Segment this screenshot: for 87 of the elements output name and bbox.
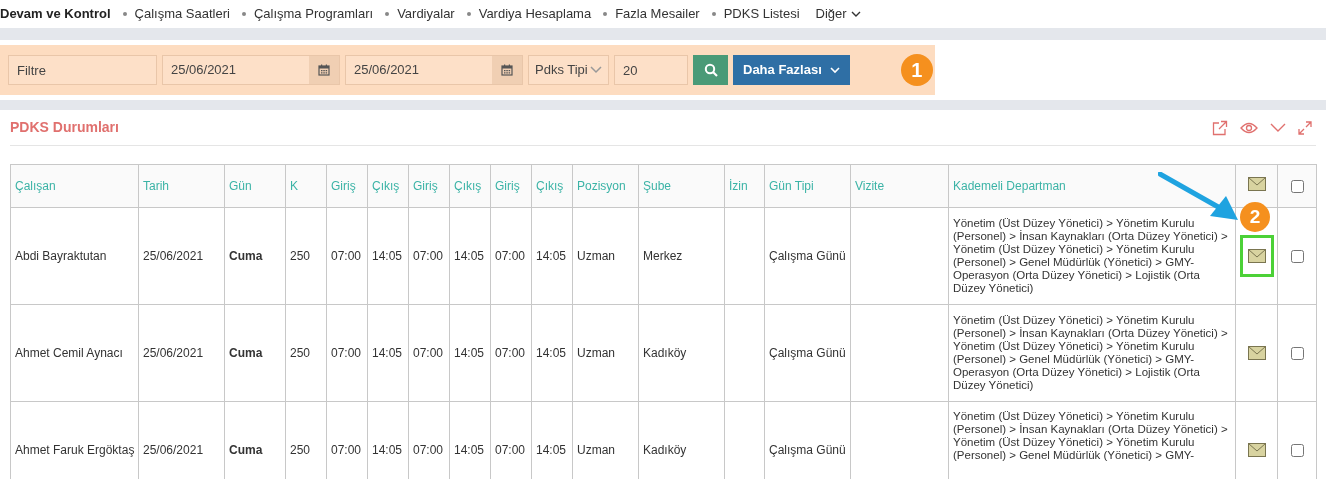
table-cell: Uzman xyxy=(572,304,639,402)
column-header: Tarih xyxy=(138,164,225,208)
column-header: K xyxy=(285,164,327,208)
table-cell: 14:05 xyxy=(449,207,491,305)
filter-field[interactable]: Filtre xyxy=(8,55,157,85)
nav-link[interactable]: PDKS Listesi xyxy=(723,4,800,24)
column-header: Giriş xyxy=(490,164,532,208)
nav-link[interactable]: Devam ve Kontrol xyxy=(0,4,111,24)
table-cell: 07:00 xyxy=(490,207,532,305)
table-cell: 25/06/2021 xyxy=(138,207,225,305)
chevron-down-icon xyxy=(850,10,861,18)
bullet-icon xyxy=(385,12,390,16)
column-header: Vizite xyxy=(850,164,949,208)
table-cell: Çalışma Günü xyxy=(764,207,851,305)
column-header: İzin xyxy=(724,164,765,208)
table-cell: Yönetim (Üst Düzey Yönetici) > Yönetim Kurulu (Personel) > İnsan Kaynakları (Orta Düzey Yönetici) > Yönetim (Üst Düzey Yönetici) > Yönetim Kurulu (Personel) > Genel Müdürlük (Yönetici) > GMY-Operasyon (Orta Düzey Yönetici) > Lojistik (Orta Düzey Yönetici) xyxy=(948,304,1236,402)
count-field[interactable]: 20 xyxy=(614,55,688,85)
table-cell: 14:05 xyxy=(449,304,491,402)
bullet-icon xyxy=(603,12,608,16)
panel-title: PDKS Durumları xyxy=(10,118,119,137)
table-cell: 250 xyxy=(285,207,327,305)
more-filters-button[interactable]: Daha Fazlası xyxy=(733,55,850,85)
table-cell: Cuma xyxy=(224,304,286,402)
column-header: Gün Tipi xyxy=(764,164,851,208)
column-header: Çalışan xyxy=(10,164,139,208)
highlight-frame[interactable] xyxy=(1240,235,1274,277)
nav-link[interactable]: Çalışma Programları xyxy=(253,4,374,24)
search-icon xyxy=(703,63,718,77)
row-checkbox[interactable] xyxy=(1290,444,1304,458)
column-header: Çıkış xyxy=(449,164,491,208)
calendar-icon xyxy=(318,64,330,76)
table-cell: 14:05 xyxy=(367,304,409,402)
column-header: Çıkış xyxy=(367,164,409,208)
table-cell: Abdi Bayraktutan xyxy=(10,207,139,305)
chevron-down-icon[interactable] xyxy=(1270,122,1286,133)
eye-icon[interactable] xyxy=(1240,121,1258,134)
share-icon[interactable] xyxy=(1212,119,1228,136)
column-header: Pozisyon xyxy=(572,164,639,208)
bullet-icon xyxy=(122,12,127,16)
calendar-icon xyxy=(501,64,513,76)
table-cell: Ahmet Faruk Ergöktaş xyxy=(10,401,139,479)
bullet-icon xyxy=(711,12,716,16)
step-badge: 1 xyxy=(900,54,933,86)
row-checkbox[interactable] xyxy=(1290,250,1304,264)
table-cell: 07:00 xyxy=(408,304,450,402)
table-cell: 25/06/2021 xyxy=(138,304,225,402)
row-checkbox[interactable] xyxy=(1290,347,1304,361)
column-header: Giriş xyxy=(326,164,368,208)
envelope-icon[interactable] xyxy=(1248,443,1266,457)
bullet-icon xyxy=(466,12,471,16)
bullet-icon xyxy=(241,12,246,16)
column-header: Şube xyxy=(638,164,725,208)
envelope-icon[interactable] xyxy=(1248,249,1266,263)
table-cell: 07:00 xyxy=(326,207,368,305)
table-cell: Uzman xyxy=(572,207,639,305)
type-select[interactable]: Pdks Tipi xyxy=(528,55,609,85)
select-all-checkbox[interactable] xyxy=(1290,180,1304,194)
nav-link[interactable]: Vardiya Hesaplama xyxy=(478,4,592,24)
nav-link[interactable]: Fazla Mesailer xyxy=(615,4,700,24)
more-menu[interactable]: Diğer xyxy=(815,4,861,24)
nav-link[interactable]: Vardiyalar xyxy=(397,4,455,24)
column-header: Gün xyxy=(224,164,286,208)
table-cell: Çalışma Günü xyxy=(764,304,851,402)
column-header: Kademeli Departman xyxy=(948,164,1236,208)
table-cell: Cuma xyxy=(224,207,286,305)
table-cell: 07:00 xyxy=(408,207,450,305)
column-header: Giriş xyxy=(408,164,450,208)
column-header: Çıkış xyxy=(531,164,573,208)
table-cell: 14:05 xyxy=(367,207,409,305)
search-button[interactable] xyxy=(693,55,728,85)
table-cell: 07:00 xyxy=(490,304,532,402)
date-field[interactable]: 25/06/2021 xyxy=(345,55,523,85)
table-cell: Kadıköy xyxy=(638,304,725,402)
table-cell: 14:05 xyxy=(531,207,573,305)
nav-link[interactable]: Çalışma Saatleri xyxy=(134,4,230,24)
table-cell: 07:00 xyxy=(326,304,368,402)
envelope-icon[interactable] xyxy=(1247,176,1266,191)
table-cell: Merkez xyxy=(638,207,725,305)
table-cell: Ahmet Cemil Aynacı xyxy=(10,304,139,402)
date-field[interactable]: 25/06/2021 xyxy=(162,55,340,85)
table-cell: 250 xyxy=(285,304,327,402)
envelope-icon[interactable] xyxy=(1248,346,1266,360)
table-cell: 14:05 xyxy=(531,304,573,402)
chevron-down-icon xyxy=(829,66,840,74)
chevron-down-icon xyxy=(590,66,602,74)
expand-icon[interactable] xyxy=(1298,120,1312,135)
step-badge: 2 xyxy=(1240,202,1270,232)
